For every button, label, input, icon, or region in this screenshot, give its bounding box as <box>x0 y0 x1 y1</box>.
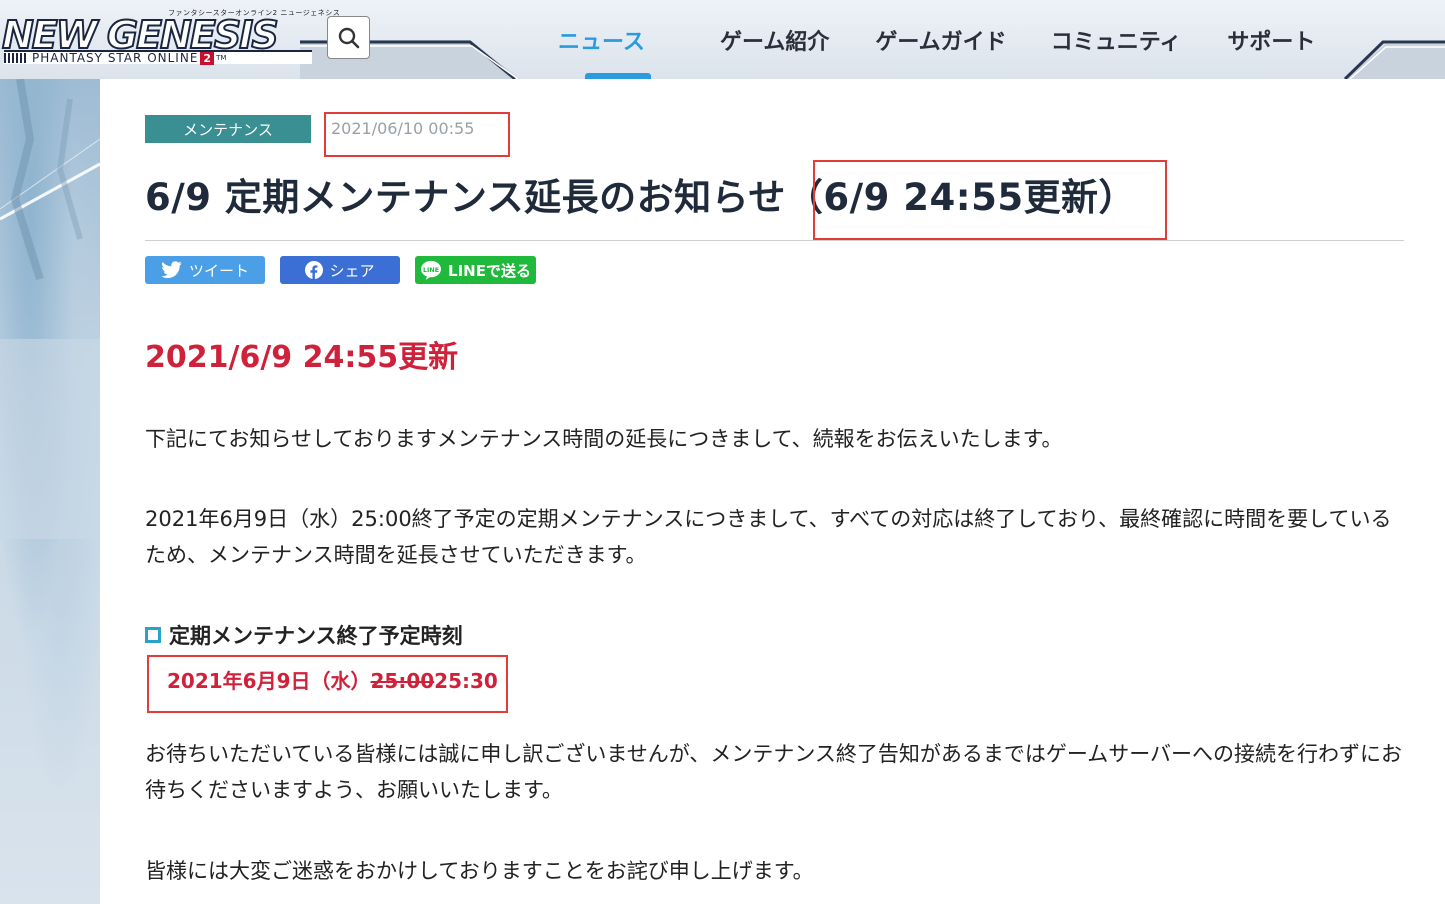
facebook-share-button[interactable]: シェア <box>280 256 400 284</box>
nav-item-label: ニュース <box>558 29 645 55</box>
nav-item-label: ゲームガイド <box>875 29 1007 55</box>
annotation-box-title-update <box>813 160 1167 240</box>
background-artwork <box>0 79 100 904</box>
nav-item-news[interactable]: ニュース <box>558 0 678 79</box>
article-paragraph: 皆様には大変ご迷惑をおかけしておりますことをお詫び申し上げます。 <box>145 859 814 883</box>
logo-stripes <box>4 53 28 63</box>
nav-item-label: サポート <box>1227 29 1316 55</box>
logo-wordmark: NEW GENESIS <box>1 13 280 57</box>
logo-trademark: TM <box>216 54 227 62</box>
nav-item-label: コミュニティ <box>1050 29 1182 55</box>
category-tag[interactable]: メンテナンス <box>145 115 311 143</box>
nav-item-game-guide[interactable]: ゲームガイド <box>875 0 1006 79</box>
tweet-label: ツイート <box>188 261 249 280</box>
nav-item-label: ゲーム紹介 <box>720 29 830 55</box>
annotation-box-schedule <box>147 655 508 713</box>
tweet-button[interactable]: ツイート <box>145 256 265 284</box>
section-heading: 定期メンテナンス終了予定時刻 <box>145 620 463 650</box>
search-button[interactable] <box>327 16 370 59</box>
svg-text:LINE: LINE <box>423 267 439 274</box>
line-share-label: LINEで送る <box>448 261 531 280</box>
main-nav: ニュース ゲーム紹介 ゲームガイド コミュニティ サポート <box>540 0 1315 79</box>
twitter-icon <box>161 261 182 279</box>
update-heading: 2021/6/9 24:55更新 <box>145 340 459 375</box>
annotation-box-date <box>324 112 510 157</box>
article-paragraph: 下記にてお知らせしておりますメンテナンス時間の延長につきまして、続報をお伝えいた… <box>145 427 1063 451</box>
logo-subtitle: PHANTASY STAR ONLINE <box>32 51 199 65</box>
article-container: メンテナンス 2021/06/10 00:55 6/9 定期メンテナンス延長のお… <box>100 79 1445 904</box>
facebook-share-label: シェア <box>329 261 375 280</box>
search-icon <box>338 27 359 48</box>
site-logo[interactable]: ファンタシースターオンライン2 ニュージェネシス NEW GENESIS PHA… <box>0 8 340 66</box>
section-heading-text: 定期メンテナンス終了予定時刻 <box>169 624 463 648</box>
article-paragraph: 2021年6月9日（水）25:00終了予定の定期メンテナンスにつきまして、すべて… <box>145 507 1392 567</box>
line-icon: LINE <box>421 260 442 280</box>
nav-item-game-intro[interactable]: ゲーム紹介 <box>720 0 829 79</box>
site-header: ファンタシースターオンライン2 ニュージェネシス NEW GENESIS PHA… <box>0 0 1445 79</box>
facebook-icon <box>305 261 324 279</box>
nav-item-support[interactable]: サポート <box>1227 0 1315 79</box>
line-share-button[interactable]: LINE LINEで送る <box>415 256 536 284</box>
background-art-lines <box>0 79 100 539</box>
square-bullet-icon <box>145 627 161 643</box>
logo-number: 2 <box>200 51 215 65</box>
title-divider <box>145 240 1404 241</box>
article-paragraph: お待ちいただいている皆様には誠に申し訳ございませんが、メンテナンス終了告知がある… <box>145 742 1403 802</box>
logo-subtitle-bar: PHANTASY STAR ONLINE 2 TM <box>4 50 312 65</box>
nav-item-community[interactable]: コミュニティ <box>1051 0 1182 79</box>
